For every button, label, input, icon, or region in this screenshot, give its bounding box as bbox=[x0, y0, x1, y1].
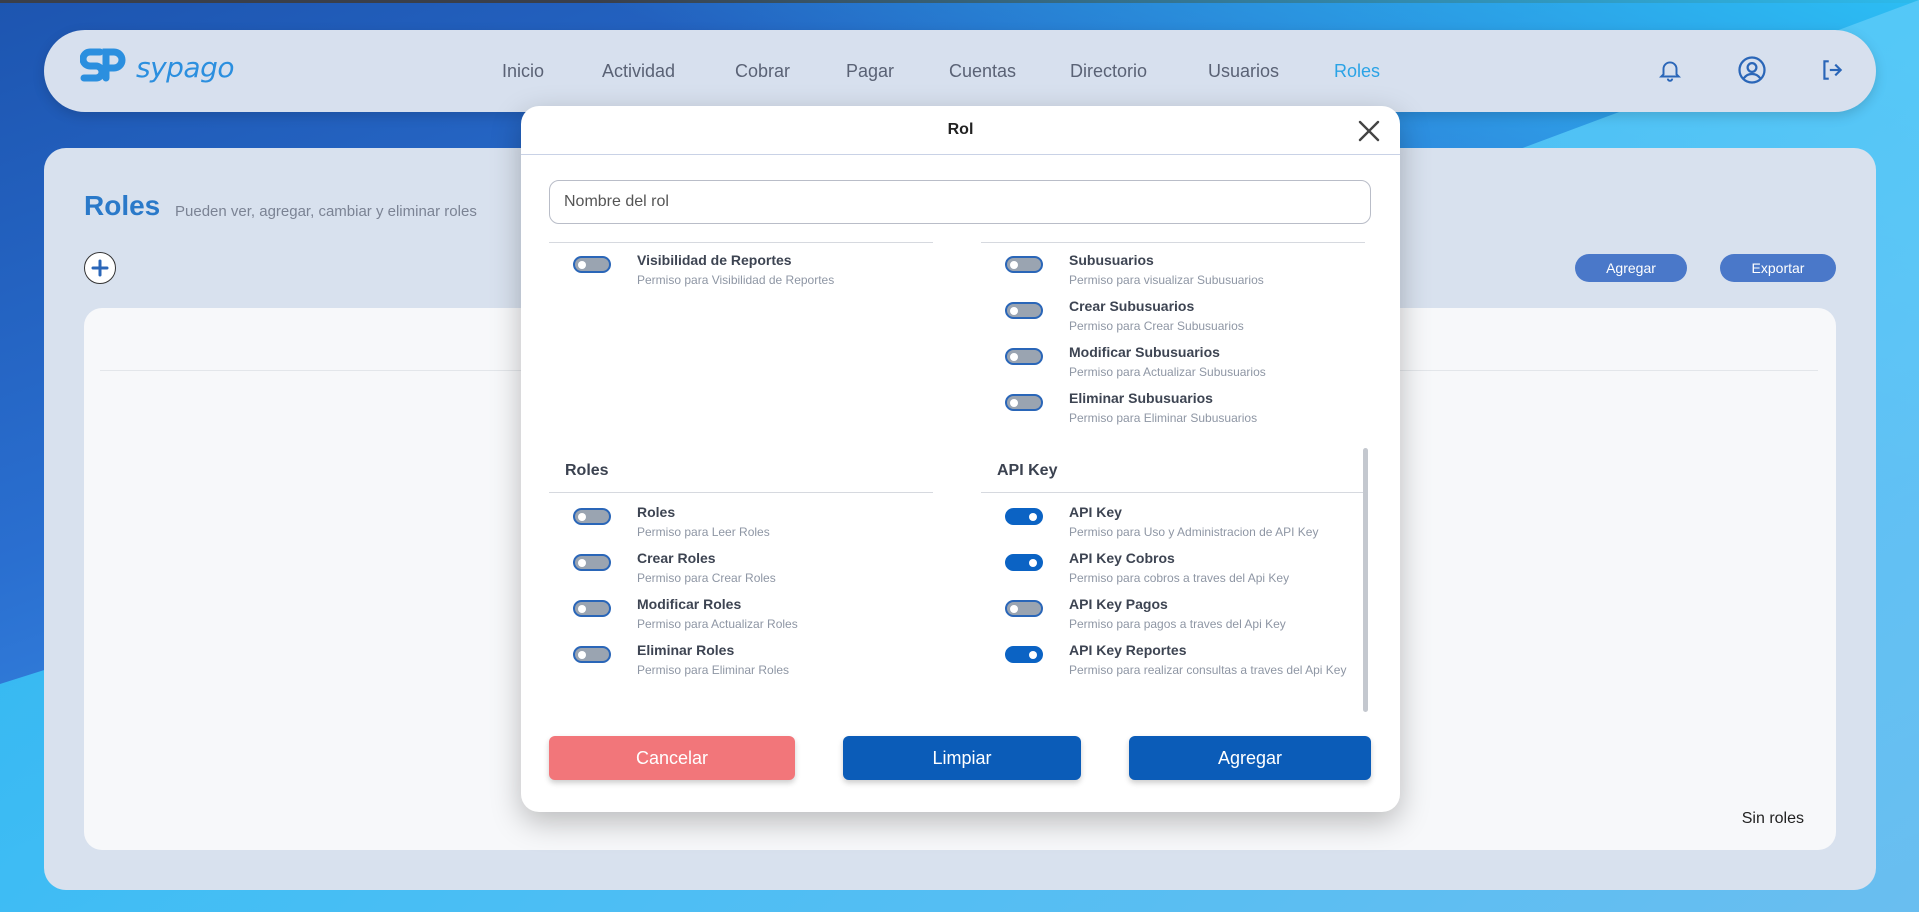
permission-item: API Key Reportes Permiso para realizar c… bbox=[1005, 642, 1385, 686]
permission-item: Modificar Roles Permiso para Actualizar … bbox=[573, 596, 953, 640]
right-column-divider bbox=[981, 242, 1365, 243]
permission-description: Permiso para Visibilidad de Reportes bbox=[637, 273, 835, 287]
permission-label: API Key Reportes bbox=[1069, 642, 1187, 658]
permission-label: Eliminar Roles bbox=[637, 642, 735, 658]
permission-item: Eliminar Subusuarios Permiso para Elimin… bbox=[1005, 390, 1385, 434]
permission-item: Visibilidad de Reportes Permiso para Vis… bbox=[573, 252, 953, 296]
modal-title: Rol bbox=[947, 121, 974, 138]
permission-label: Modificar Roles bbox=[637, 596, 742, 612]
permission-item: API Key Permiso para Uso y Administracio… bbox=[1005, 504, 1385, 548]
permission-toggle[interactable] bbox=[573, 554, 611, 571]
permission-toggle[interactable] bbox=[573, 256, 611, 273]
permission-toggle[interactable] bbox=[1005, 256, 1043, 273]
plus-icon bbox=[91, 259, 109, 277]
permission-description: Permiso para pagos a traves del Api Key bbox=[1069, 617, 1286, 631]
role-name-input[interactable] bbox=[549, 180, 1371, 224]
nav-item-roles[interactable]: Roles bbox=[1334, 61, 1380, 82]
permission-toggle[interactable] bbox=[573, 508, 611, 525]
nav-item-usuarios[interactable]: Usuarios bbox=[1208, 61, 1279, 82]
permissions-scroll-area[interactable]: Visibilidad de Reportes Permiso para Vis… bbox=[521, 242, 1400, 810]
nav-item-actividad[interactable]: Actividad bbox=[602, 61, 675, 82]
close-icon[interactable] bbox=[1354, 116, 1384, 146]
permission-item: Eliminar Roles Permiso para Eliminar Rol… bbox=[573, 642, 953, 686]
nav-item-inicio[interactable]: Inicio bbox=[502, 61, 544, 82]
permission-item: API Key Pagos Permiso para pagos a trave… bbox=[1005, 596, 1385, 640]
permission-toggle[interactable] bbox=[1005, 394, 1043, 411]
permission-item: Crear Subusuarios Permiso para Crear Sub… bbox=[1005, 298, 1385, 342]
page-title: Roles bbox=[84, 190, 161, 221]
scrollbar-thumb[interactable] bbox=[1363, 448, 1368, 712]
permission-description: Permiso para Eliminar Roles bbox=[637, 663, 790, 677]
section-divider bbox=[981, 492, 1365, 493]
permission-item: Roles Permiso para Leer Roles bbox=[573, 504, 953, 548]
section-divider bbox=[549, 492, 933, 493]
nav-item-directorio[interactable]: Directorio bbox=[1070, 61, 1147, 82]
permission-description: Permiso para Uso y Administracion de API… bbox=[1069, 525, 1319, 539]
cancel-button[interactable]: Cancelar bbox=[549, 736, 795, 780]
permission-label: Roles bbox=[637, 504, 676, 520]
permission-toggle[interactable] bbox=[1005, 600, 1043, 617]
permission-label: Crear Roles bbox=[637, 550, 716, 566]
permission-label: Crear Subusuarios bbox=[1069, 298, 1195, 314]
permission-description: Permiso para Eliminar Subusuarios bbox=[1069, 411, 1258, 425]
permission-label: Eliminar Subusuarios bbox=[1069, 390, 1213, 406]
role-modal: Rol Visibilidad de Reportes Permiso para… bbox=[521, 106, 1400, 812]
permission-toggle[interactable] bbox=[1005, 554, 1043, 571]
user-circle-icon[interactable] bbox=[1734, 52, 1770, 88]
logout-icon[interactable] bbox=[1814, 52, 1850, 88]
permission-toggle[interactable] bbox=[1005, 508, 1043, 525]
permission-description: Permiso para Crear Subusuarios bbox=[1069, 319, 1244, 333]
permission-description: Permiso para visualizar Subusuarios bbox=[1069, 273, 1264, 287]
permission-toggle[interactable] bbox=[573, 600, 611, 617]
modal-header: Rol bbox=[521, 106, 1400, 155]
bell-icon[interactable] bbox=[1652, 52, 1688, 88]
permission-label: Modificar Subusuarios bbox=[1069, 344, 1220, 360]
permission-description: Permiso para realizar consultas a traves… bbox=[1069, 663, 1347, 677]
permission-description: Permiso para Leer Roles bbox=[637, 525, 770, 539]
permission-description: Permiso para cobros a traves del Api Key bbox=[1069, 571, 1290, 585]
permission-label: API Key bbox=[1069, 504, 1122, 520]
page-subtitle: Pueden ver, agregar, cambiar y eliminar … bbox=[175, 203, 477, 220]
permission-label: Subusuarios bbox=[1069, 252, 1154, 268]
permission-toggle[interactable] bbox=[573, 646, 611, 663]
permission-label: Visibilidad de Reportes bbox=[637, 252, 792, 268]
permission-description: Permiso para Crear Roles bbox=[637, 571, 776, 585]
permission-item: Crear Roles Permiso para Crear Roles bbox=[573, 550, 953, 594]
sypago-logo-icon bbox=[79, 48, 126, 86]
permission-description: Permiso para Actualizar Roles bbox=[637, 617, 798, 631]
nav-item-cuentas[interactable]: Cuentas bbox=[949, 61, 1016, 82]
top-navbar: sypago Inicio Actividad Cobrar Pagar Cue… bbox=[44, 30, 1876, 112]
add-button[interactable]: Agregar bbox=[1575, 254, 1687, 282]
section-title-api-key: API Key bbox=[997, 462, 1058, 479]
permission-toggle[interactable] bbox=[1005, 302, 1043, 319]
left-column-divider bbox=[549, 242, 933, 243]
permission-item: Subusuarios Permiso para visualizar Subu… bbox=[1005, 252, 1385, 296]
add-role-icon-button[interactable] bbox=[84, 252, 116, 284]
brand-name: sypago bbox=[136, 50, 235, 84]
permission-item: Modificar Subusuarios Permiso para Actua… bbox=[1005, 344, 1385, 388]
section-title-roles: Roles bbox=[565, 462, 609, 479]
submit-button[interactable]: Agregar bbox=[1129, 736, 1371, 780]
clear-button[interactable]: Limpiar bbox=[843, 736, 1081, 780]
permission-label: API Key Cobros bbox=[1069, 550, 1175, 566]
export-button[interactable]: Exportar bbox=[1720, 254, 1836, 282]
brand-logo[interactable]: sypago bbox=[79, 48, 235, 86]
permission-toggle[interactable] bbox=[1005, 348, 1043, 365]
permission-description: Permiso para Actualizar Subusuarios bbox=[1069, 365, 1266, 379]
permission-label: API Key Pagos bbox=[1069, 596, 1168, 612]
permission-item: API Key Cobros Permiso para cobros a tra… bbox=[1005, 550, 1385, 594]
permission-toggle[interactable] bbox=[1005, 646, 1043, 663]
nav-item-pagar[interactable]: Pagar bbox=[846, 61, 894, 82]
nav-item-cobrar[interactable]: Cobrar bbox=[735, 61, 790, 82]
empty-state-text: Sin roles bbox=[1741, 810, 1804, 827]
